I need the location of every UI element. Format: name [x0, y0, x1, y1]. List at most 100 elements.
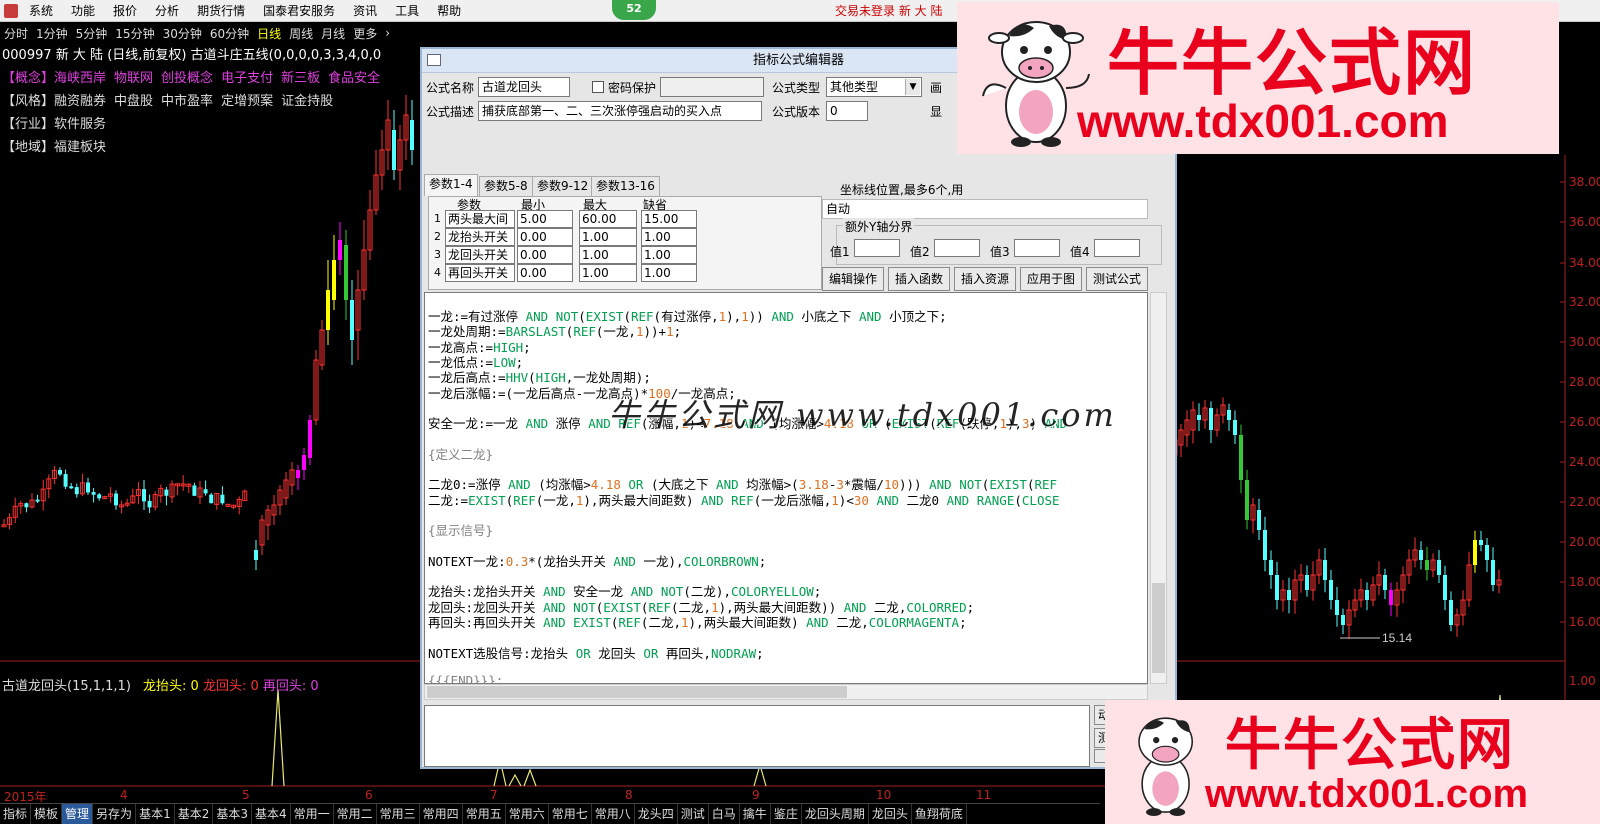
bottom-tab[interactable]: 鱼翔荷底 [912, 804, 967, 824]
tab-params-1-4[interactable]: 参数1-4 [424, 174, 478, 196]
scroll-thumb[interactable] [1152, 583, 1165, 673]
menu-item[interactable]: 系统 [20, 0, 62, 22]
formula-name-input[interactable]: 古道龙回头 [478, 77, 570, 97]
param-default-cell[interactable]: 15.00 [641, 210, 697, 228]
period-item[interactable]: 15分钟 [111, 25, 158, 42]
bottom-tab[interactable]: 另存为 [93, 804, 137, 824]
tag-value[interactable]: 海峡西岸 [54, 71, 106, 86]
bottom-tab[interactable]: 基本4 [252, 804, 291, 824]
formula-desc-input[interactable]: 捕获底部第一、二、三次涨停强启动的买入点 [478, 101, 762, 121]
tag-value[interactable]: 物联网 [114, 71, 153, 86]
period-item-more[interactable]: 更多 [349, 25, 381, 42]
tag-value[interactable]: 融资融券 [54, 94, 106, 109]
period-item[interactable]: 月线 [317, 25, 349, 42]
bottom-tab[interactable]: 模板 [31, 804, 63, 824]
menu-item[interactable]: 资讯 [344, 0, 386, 22]
param-name-cell[interactable]: 再回头开关 [445, 264, 515, 282]
period-item[interactable]: 分时 [0, 25, 32, 42]
action-button[interactable]: 插入函数 [888, 267, 950, 291]
tag-value[interactable]: 中市盈率 [161, 94, 213, 109]
password-checkbox[interactable] [592, 81, 604, 93]
bottom-tab[interactable]: 管理 [62, 804, 94, 824]
bottom-tab[interactable]: 常用八 [592, 804, 635, 824]
scroll-thumb[interactable] [427, 686, 847, 698]
yaxis-value-input[interactable] [854, 239, 900, 257]
login-status[interactable]: 交易未登录 新 大 陆 [835, 0, 942, 22]
param-min-cell[interactable]: 0.00 [517, 246, 573, 264]
tag-value[interactable]: 新三板 [281, 71, 320, 86]
action-button[interactable]: 插入资源 [954, 267, 1016, 291]
output-panel[interactable] [424, 705, 1090, 767]
param-name-cell[interactable]: 龙回头开关 [445, 246, 515, 264]
bottom-tab[interactable]: 常用一 [291, 804, 334, 824]
bottom-tab[interactable]: 基本2 [175, 804, 214, 824]
menu-item[interactable]: 工具 [386, 0, 428, 22]
tag-value[interactable]: 创投概念 [161, 71, 213, 86]
menu-item[interactable]: 功能 [62, 0, 104, 22]
version-input[interactable]: 0 [826, 101, 868, 121]
period-item[interactable]: 周线 [285, 25, 317, 42]
code-vertical-scrollbar[interactable] [1150, 292, 1167, 684]
menu-item[interactable]: 报价 [104, 0, 146, 22]
yaxis-value-input[interactable] [934, 239, 980, 257]
formula-type-select[interactable]: 其他类型 ▼ [826, 77, 922, 97]
period-item[interactable]: 60分钟 [206, 25, 253, 42]
coord-input[interactable]: 自动 [822, 199, 1148, 219]
menu-item[interactable]: 国泰君安服务 [254, 0, 344, 22]
tag-value[interactable]: 电子支付 [221, 71, 273, 86]
period-item[interactable]: 30分钟 [159, 25, 206, 42]
param-max-cell[interactable]: 1.00 [579, 264, 637, 282]
param-default-cell[interactable]: 1.00 [641, 246, 697, 264]
tag-value[interactable]: 定增预案 [221, 94, 273, 109]
bottom-tab[interactable]: 鉴庄 [771, 804, 802, 824]
tag-value[interactable]: 软件服务 [54, 117, 106, 132]
bottom-tab[interactable]: 测试 [678, 804, 709, 824]
tag-value[interactable]: 食品安全 [328, 71, 380, 86]
bottom-tab[interactable]: 龙回头 [869, 804, 912, 824]
period-item[interactable]: 1分钟 [32, 25, 72, 42]
bottom-tab[interactable]: 基本3 [213, 804, 252, 824]
bottom-tab[interactable]: 擒牛 [740, 804, 771, 824]
bottom-tab[interactable]: 龙头四 [635, 804, 678, 824]
tab-params-13-16[interactable]: 参数13-16 [591, 176, 660, 196]
bottom-tab[interactable]: 指标 [0, 804, 32, 824]
more-arrow-icon[interactable]: › [381, 26, 394, 40]
param-default-cell[interactable]: 1.00 [641, 264, 697, 282]
param-name-cell[interactable]: 两头最大间 [445, 210, 515, 228]
period-item-active[interactable]: 日线 [253, 25, 285, 42]
tab-params-5-8[interactable]: 参数5-8 [479, 176, 533, 196]
param-max-cell[interactable]: 60.00 [579, 210, 637, 228]
param-default-cell[interactable]: 1.00 [641, 228, 697, 246]
bottom-tab[interactable]: 常用七 [549, 804, 592, 824]
password-input[interactable] [660, 77, 764, 97]
param-max-cell[interactable]: 1.00 [579, 246, 637, 264]
tab-params-9-12[interactable]: 参数9-12 [532, 176, 594, 196]
bottom-tab[interactable]: 基本1 [136, 804, 175, 824]
tag-value[interactable]: 福建板块 [54, 140, 106, 155]
menu-item[interactable]: 分析 [146, 0, 188, 22]
action-button[interactable]: 编辑操作 [822, 267, 884, 291]
bottom-tab[interactable]: 白马 [709, 804, 740, 824]
yaxis-value-input[interactable] [1014, 239, 1060, 257]
chevron-down-icon[interactable]: ▼ [905, 79, 920, 95]
param-max-cell[interactable]: 1.00 [579, 228, 637, 246]
bottom-tab[interactable]: 龙回头周期 [802, 804, 869, 824]
menu-item[interactable]: 帮助 [428, 0, 470, 22]
param-name-cell[interactable]: 龙抬头开关 [445, 228, 515, 246]
code-horizontal-scrollbar[interactable] [424, 684, 1148, 700]
param-min-cell[interactable]: 0.00 [517, 264, 573, 282]
param-min-cell[interactable]: 0.00 [517, 228, 573, 246]
code-editor[interactable]: 一龙:=有过涨停 AND NOT(EXIST(REF(有过涨停,1),1)) A… [424, 292, 1148, 684]
bottom-tab[interactable]: 常用三 [377, 804, 420, 824]
notification-badge[interactable]: 52 [612, 0, 656, 20]
bottom-tab[interactable]: 常用四 [420, 804, 463, 824]
bottom-tab[interactable]: 常用二 [334, 804, 377, 824]
period-item[interactable]: 5分钟 [72, 25, 112, 42]
tag-value[interactable]: 中盘股 [114, 94, 153, 109]
bottom-tab[interactable]: 常用六 [506, 804, 549, 824]
tag-value[interactable]: 证金持股 [281, 94, 333, 109]
action-button[interactable]: 测试公式 [1086, 267, 1148, 291]
bottom-tab[interactable]: 常用五 [463, 804, 506, 824]
menu-item[interactable]: 期货行情 [188, 0, 254, 22]
yaxis-value-input[interactable] [1094, 239, 1140, 257]
